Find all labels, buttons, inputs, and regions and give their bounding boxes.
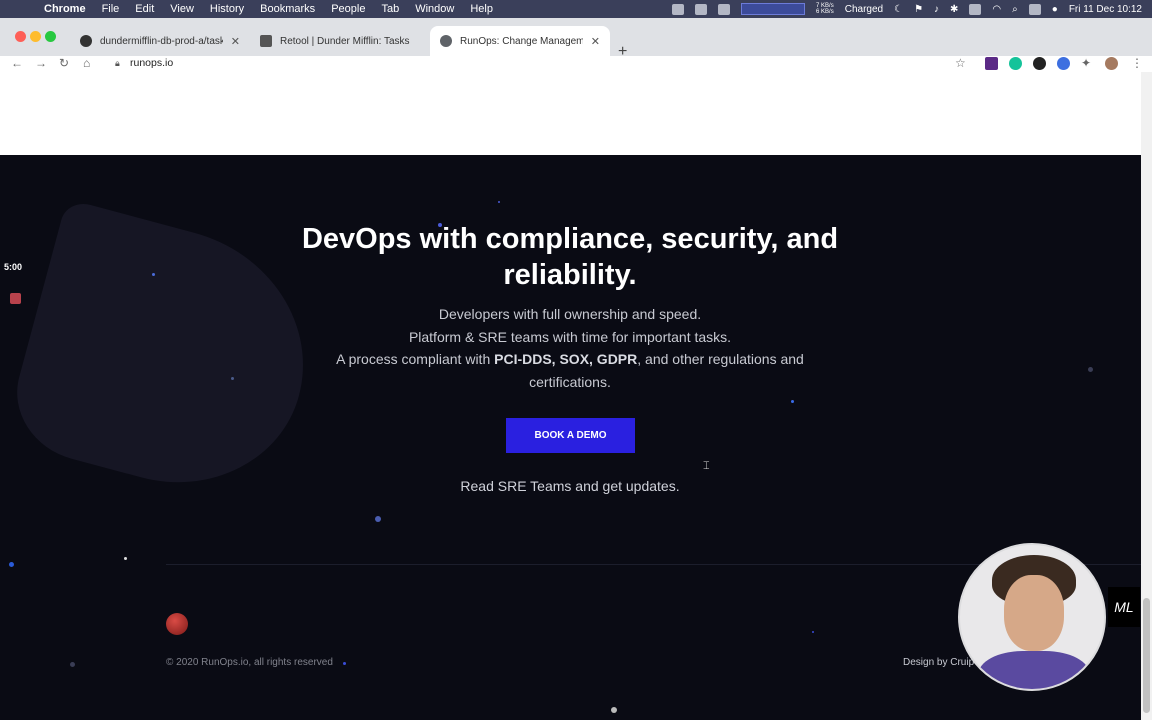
menu-edit[interactable]: Edit bbox=[135, 3, 154, 15]
net-down: 6 KB/s bbox=[816, 9, 834, 15]
hero-line-2: Platform & SRE teams with time for impor… bbox=[408, 329, 732, 345]
decorative-dot bbox=[812, 631, 814, 633]
close-window-icon[interactable] bbox=[15, 31, 26, 42]
macos-menubar: Chrome File Edit View History Bookmarks … bbox=[0, 0, 1152, 18]
zoom-window-icon[interactable] bbox=[45, 31, 56, 42]
decorative-dot bbox=[1088, 367, 1093, 372]
tab-label: RunOps: Change Management bbox=[460, 35, 583, 47]
status-app-icon[interactable] bbox=[718, 3, 731, 15]
compliance-standards: PCI-DDS, SOX, GDPR bbox=[494, 351, 638, 367]
hero-line-4: certifications. bbox=[529, 374, 611, 390]
battery-status[interactable]: Charged bbox=[845, 4, 883, 15]
recording-timer: 5:00 bbox=[4, 262, 23, 272]
extension-icon[interactable] bbox=[1033, 57, 1046, 70]
network-speed: 7 KB/s 6 KB/s bbox=[816, 3, 834, 15]
design-credit[interactable]: Design by Cruip bbox=[903, 657, 974, 668]
decorative-dot bbox=[231, 377, 234, 380]
tab-retool[interactable]: Retool | Dunder Mifflin: Tasks bbox=[250, 26, 430, 56]
browser-tab-bar: dundermifflin-db-prod-a/task_ ✕ Retool |… bbox=[0, 18, 1152, 60]
menu-bookmarks[interactable]: Bookmarks bbox=[260, 3, 315, 15]
cpu-meter-icon[interactable] bbox=[741, 3, 806, 15]
webcam-overlay bbox=[958, 543, 1106, 691]
logo-icon[interactable] bbox=[166, 613, 188, 635]
decorative-dot bbox=[611, 707, 617, 713]
menu-tab[interactable]: Tab bbox=[381, 3, 399, 15]
clock[interactable]: Fri 11 Dec 10:12 bbox=[1069, 4, 1142, 15]
book-demo-button[interactable]: BOOK A DEMO bbox=[506, 418, 635, 453]
decorative-dot bbox=[791, 400, 794, 403]
tab-label: Retool | Dunder Mifflin: Tasks bbox=[280, 35, 410, 47]
retool-icon bbox=[260, 35, 272, 47]
decorative-dot bbox=[498, 201, 500, 203]
profile-avatar[interactable] bbox=[1105, 57, 1118, 70]
status-app-icon[interactable] bbox=[672, 3, 685, 15]
webcam-face bbox=[1004, 575, 1064, 651]
tab-github[interactable]: dundermifflin-db-prod-a/task_ ✕ bbox=[70, 26, 250, 56]
tab-runops[interactable]: RunOps: Change Management ✕ bbox=[430, 26, 610, 56]
menu-app-name[interactable]: Chrome bbox=[44, 3, 86, 15]
bluetooth-icon[interactable]: ✱ bbox=[950, 4, 958, 15]
hero-line-3-prefix: A process compliant with bbox=[336, 351, 495, 367]
hero-line-3-suffix: , and other regulations and bbox=[637, 351, 804, 367]
copyright-text: © 2020 RunOps.io, all rights reserved bbox=[166, 657, 333, 668]
close-tab-icon[interactable]: ✕ bbox=[231, 35, 240, 48]
decorative-dot bbox=[152, 273, 155, 276]
kebab-menu-icon[interactable]: ⋮ bbox=[1131, 56, 1143, 70]
ml-badge[interactable]: ML bbox=[1108, 587, 1140, 627]
battery-icon[interactable] bbox=[969, 3, 982, 15]
menu-history[interactable]: History bbox=[210, 3, 244, 15]
wifi-icon[interactable]: ◠ bbox=[992, 4, 1001, 15]
hero-line-1: Developers with full ownership and speed… bbox=[438, 306, 702, 322]
menu-people[interactable]: People bbox=[331, 3, 365, 15]
extension-icon[interactable] bbox=[985, 57, 998, 70]
decorative-dot bbox=[343, 662, 346, 665]
decorative-dot bbox=[9, 562, 14, 567]
reload-icon[interactable]: ↻ bbox=[59, 56, 69, 70]
hero-tagline: Read SRE Teams and get updates. bbox=[460, 478, 680, 494]
address-bar[interactable]: runops.io bbox=[130, 57, 173, 69]
decorative-dot bbox=[375, 516, 381, 522]
siri-icon[interactable]: ● bbox=[1052, 4, 1058, 15]
decorative-dot bbox=[70, 662, 75, 667]
lock-icon[interactable]: 🔒︎ bbox=[115, 58, 120, 69]
status-app-icon[interactable] bbox=[695, 3, 708, 15]
close-tab-icon[interactable]: ✕ bbox=[591, 35, 600, 48]
page-top-section bbox=[0, 72, 1141, 155]
menu-file[interactable]: File bbox=[102, 3, 120, 15]
menu-help[interactable]: Help bbox=[470, 3, 493, 15]
minimize-window-icon[interactable] bbox=[30, 31, 41, 42]
browser-toolbar: ← → ↻ ⌂ 🔒︎ runops.io ☆ ✦ ⋮ bbox=[0, 56, 1152, 72]
scrollbar-thumb[interactable] bbox=[1143, 598, 1150, 713]
hero-title: DevOps with compliance, security, and re… bbox=[301, 223, 839, 291]
globe-icon bbox=[440, 35, 452, 47]
decorative-dot bbox=[124, 557, 127, 560]
search-icon[interactable]: ⌕ bbox=[1012, 4, 1018, 15]
control-center-icon[interactable] bbox=[1028, 3, 1041, 15]
hero-line-3: A process compliant with PCI-DDS, SOX, G… bbox=[270, 348, 870, 370]
grammarly-icon[interactable] bbox=[1009, 57, 1022, 70]
back-icon[interactable]: ← bbox=[11, 56, 23, 70]
puzzle-icon[interactable]: ✦ bbox=[1081, 56, 1091, 70]
menu-window[interactable]: Window bbox=[415, 3, 454, 15]
github-icon bbox=[80, 35, 92, 47]
status-area: 7 KB/s 6 KB/s Charged ☾ ⚑ ♪ ✱ ◠ ⌕ ● Fri 1… bbox=[672, 0, 1142, 18]
forward-icon[interactable]: → bbox=[35, 56, 47, 70]
volume-icon[interactable]: ♪ bbox=[934, 4, 939, 15]
menu-view[interactable]: View bbox=[170, 3, 194, 15]
home-icon[interactable]: ⌂ bbox=[83, 56, 90, 70]
webcam-shirt bbox=[978, 651, 1090, 689]
flag-icon[interactable]: ⚑ bbox=[914, 4, 923, 15]
text-cursor-icon: ⌶ bbox=[703, 460, 710, 472]
bookmark-star-icon[interactable]: ☆ bbox=[955, 56, 966, 70]
password-manager-icon[interactable] bbox=[1057, 57, 1070, 70]
tab-label: dundermifflin-db-prod-a/task_ bbox=[100, 35, 223, 47]
stop-recording-icon[interactable] bbox=[10, 293, 21, 304]
moon-icon[interactable]: ☾ bbox=[894, 4, 903, 15]
